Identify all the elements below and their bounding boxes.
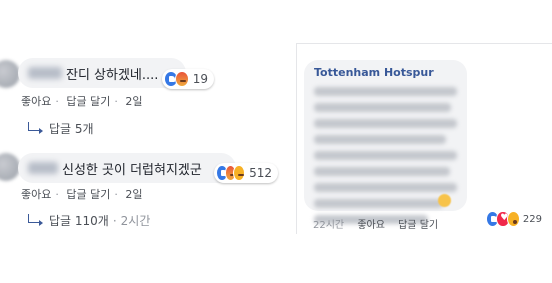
view-replies[interactable]: 답글 110개 · 2시간 bbox=[28, 212, 150, 229]
comment-bubble: 잔디 상하겠네.... bbox=[18, 58, 186, 88]
reaction-count: 512 bbox=[249, 166, 273, 180]
commenter-name-blurred[interactable] bbox=[28, 67, 62, 79]
comment-actions: 좋아요 · 답글 달기 · 2일 bbox=[21, 186, 146, 202]
view-replies[interactable]: 답글 5개 bbox=[28, 120, 94, 137]
separator-dot: · bbox=[112, 213, 117, 228]
reply-link[interactable]: 답글 달기 bbox=[66, 188, 110, 201]
replies-count[interactable]: 답글 110개 bbox=[49, 212, 109, 229]
blurred-text-line bbox=[314, 103, 452, 112]
separator-dot: · bbox=[114, 95, 118, 108]
separator-dot: · bbox=[55, 95, 59, 108]
blurred-text-line bbox=[314, 167, 450, 176]
comment-bubble: 신성한 곳이 더럽혀지겠군 bbox=[18, 153, 236, 183]
comment-actions: 좋아요 · 답글 달기 · 2일 bbox=[21, 93, 146, 109]
wow-reaction-icon bbox=[506, 211, 520, 227]
comment-text: 잔디 상하겠네.... bbox=[66, 67, 159, 83]
reaction-count: 229 bbox=[522, 213, 542, 225]
page-author-name[interactable]: Tottenham Hotspur bbox=[314, 66, 457, 79]
reactions-summary[interactable]: 19 bbox=[162, 69, 214, 89]
like-link[interactable]: 좋아요 bbox=[357, 220, 385, 231]
angry-reaction-icon bbox=[174, 71, 189, 87]
blurred-text-line bbox=[314, 151, 457, 160]
commenter-name-blurred[interactable] bbox=[28, 162, 58, 174]
reactions-summary[interactable]: 512 bbox=[214, 163, 278, 183]
haha-reaction-icon bbox=[233, 165, 246, 181]
blurred-text-line bbox=[314, 119, 457, 128]
blurred-text-line bbox=[314, 135, 446, 144]
blurred-text-line bbox=[314, 199, 443, 208]
reply-arrow-icon bbox=[28, 122, 43, 134]
like-link[interactable]: 좋아요 bbox=[21, 188, 51, 201]
reaction-count: 19 bbox=[192, 72, 208, 86]
comment-time[interactable]: 2일 bbox=[125, 95, 142, 108]
blurred-text-line bbox=[314, 87, 457, 96]
comment-text: 신성한 곳이 더럽혀지겠군 bbox=[62, 162, 202, 178]
page-comment-actions: 22시간 좋아요 답글 달기 bbox=[313, 216, 448, 231]
comment-time[interactable]: 2일 bbox=[125, 188, 142, 201]
blurred-text-line bbox=[314, 183, 457, 192]
page-comment-bubble: Tottenham Hotspur bbox=[304, 60, 467, 224]
avatar[interactable] bbox=[0, 153, 20, 181]
comment-time[interactable]: 22시간 bbox=[313, 220, 344, 231]
separator-dot: · bbox=[114, 188, 118, 201]
replies-count[interactable]: 답글 5개 bbox=[49, 120, 94, 137]
like-link[interactable]: 좋아요 bbox=[21, 95, 51, 108]
reply-link[interactable]: 답글 달기 bbox=[66, 95, 110, 108]
reply-arrow-icon bbox=[28, 214, 43, 226]
replies-time[interactable]: 2시간 bbox=[121, 212, 151, 229]
smile-emoji-icon bbox=[438, 194, 451, 207]
avatar[interactable] bbox=[0, 60, 20, 88]
reply-link[interactable]: 답글 달기 bbox=[398, 220, 438, 231]
reactions-summary[interactable]: 229 bbox=[484, 209, 548, 229]
separator-dot: · bbox=[55, 188, 59, 201]
